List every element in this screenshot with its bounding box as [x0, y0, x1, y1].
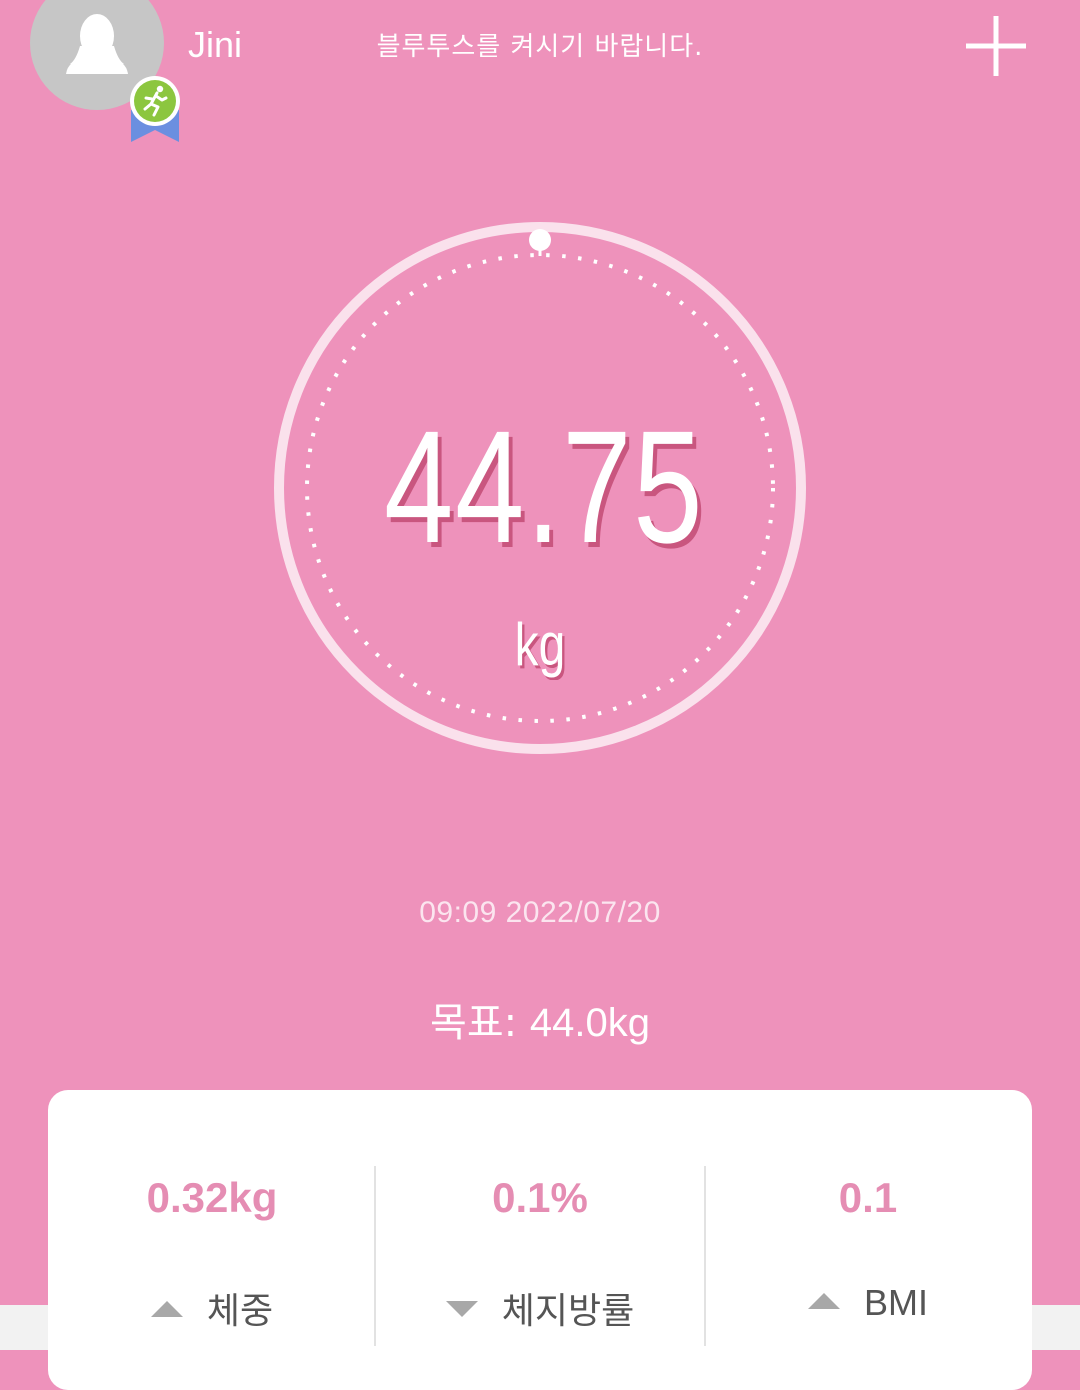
- stat-label-row: 체지방률: [376, 1282, 704, 1334]
- stat-label-row: BMI: [704, 1282, 1032, 1324]
- arrow-down-icon: [445, 1301, 478, 1317]
- stat-value: 0.1%: [492, 1174, 588, 1221]
- stat-value: 0.32kg: [146, 1174, 278, 1221]
- stat-label: BMI: [863, 1282, 928, 1323]
- measurement-timestamp: 09:09 2022/07/20: [419, 896, 661, 929]
- arrow-up-icon: [807, 1293, 840, 1309]
- add-button[interactable]: [962, 12, 1030, 80]
- stat-value: 0.1: [838, 1174, 898, 1221]
- weight-value: 44.75: [384, 397, 705, 576]
- stat-weight-change[interactable]: 0.32kg 체중: [48, 1090, 376, 1350]
- weight-unit: kg: [514, 611, 566, 678]
- goal-value: 44.0kg: [529, 1001, 650, 1045]
- arrow-up-icon: [150, 1301, 183, 1317]
- stat-bmi-change[interactable]: 0.1 BMI: [704, 1090, 1032, 1350]
- runner-badge-icon: [128, 74, 182, 144]
- bluetooth-notice: 블루투스를 켜시기 바랍니다.: [376, 32, 704, 62]
- stat-label-row: 체중: [48, 1282, 376, 1334]
- stats-card: 0.32kg 체중 0.1% 체지방률 0.1 BMI: [48, 1090, 1032, 1390]
- goal-label: 목표:: [430, 1000, 518, 1046]
- goal-weight[interactable]: 목표: 44.0kg: [290, 990, 790, 1048]
- plus-icon: [966, 16, 1026, 76]
- stat-label: 체지방률: [501, 1291, 635, 1332]
- stat-body-fat-change[interactable]: 0.1% 체지방률: [376, 1090, 704, 1350]
- stat-label: 체중: [206, 1291, 274, 1332]
- user-name[interactable]: Jini: [188, 24, 242, 66]
